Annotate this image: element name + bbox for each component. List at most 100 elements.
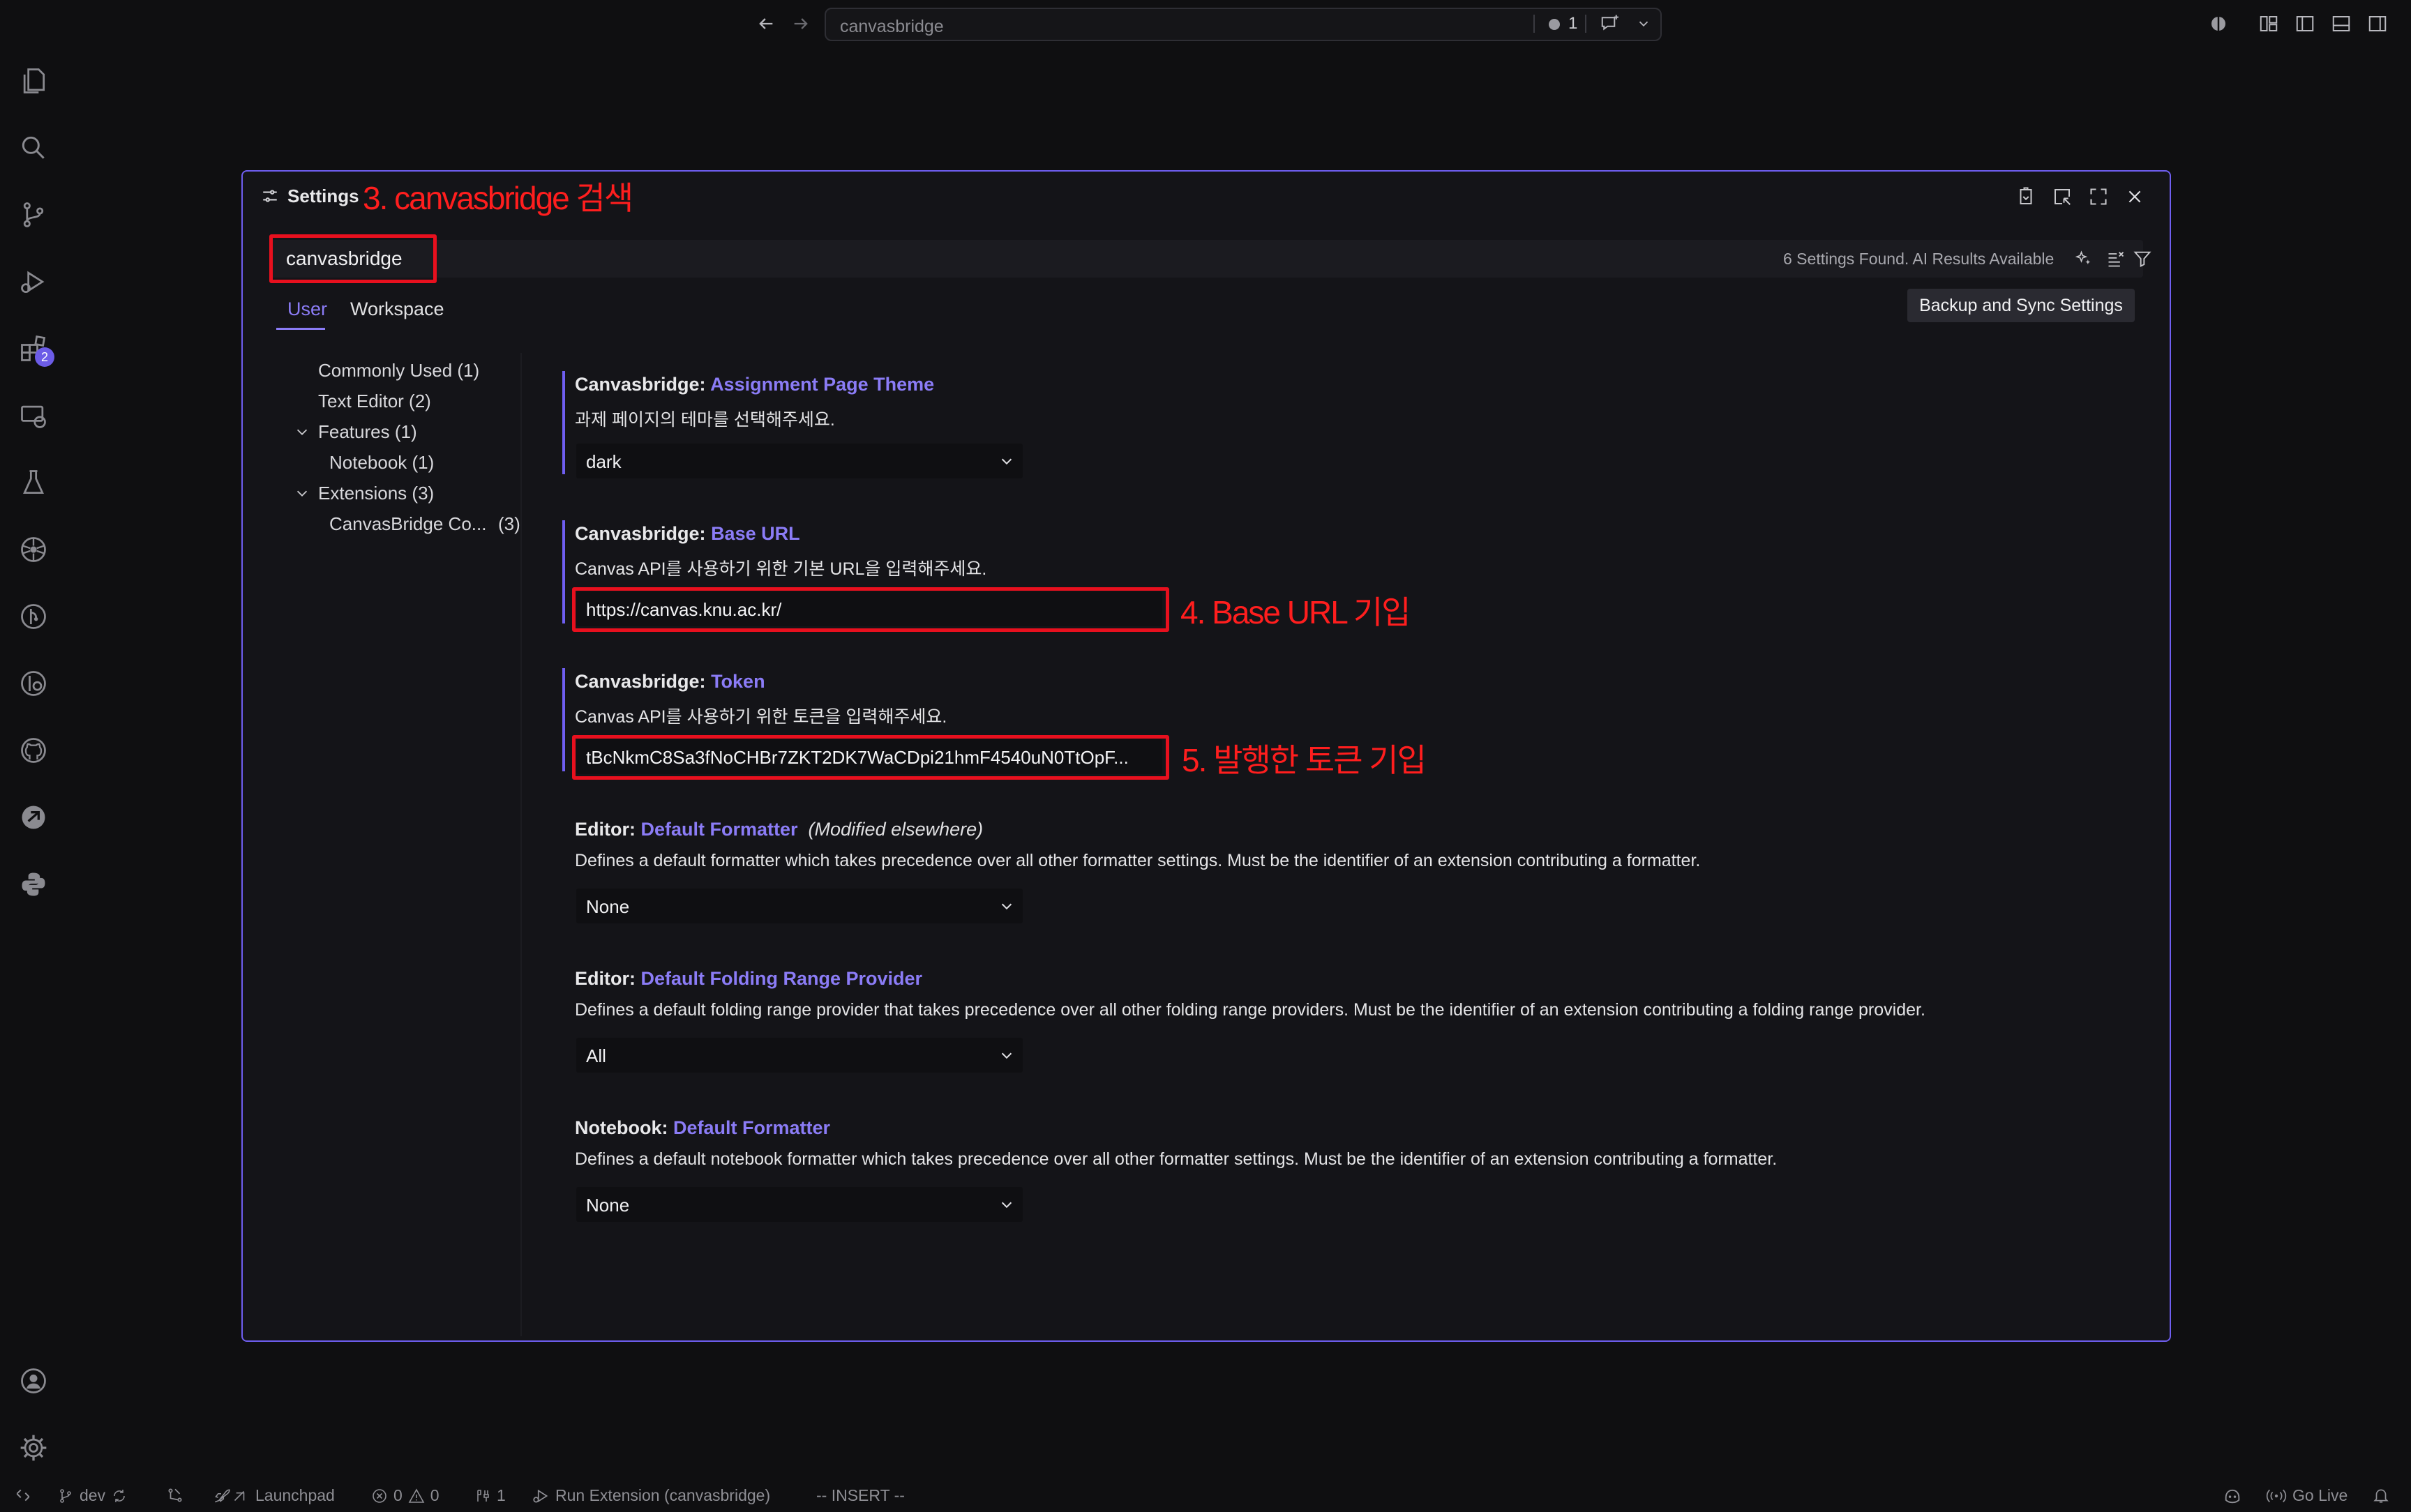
chevron-down-icon[interactable]	[1630, 10, 1658, 38]
toc-notebook[interactable]: Notebook (1)	[329, 452, 434, 474]
setting-description: 과제 페이지의 테마를 선택해주세요.	[575, 410, 835, 430]
setting-prefix: Editor:	[575, 819, 641, 840]
python-icon[interactable]	[14, 865, 53, 904]
git-graph-icon[interactable]	[166, 1486, 184, 1504]
clear-filter-icon[interactable]	[2103, 245, 2129, 272]
folding-range-provider-dropdown[interactable]: All	[576, 1038, 1023, 1073]
chevron-down-icon[interactable]	[294, 424, 310, 439]
setting-focus-bar	[562, 668, 565, 771]
chevron-down-icon	[999, 898, 1014, 914]
chat-icon[interactable]	[1596, 10, 1624, 38]
launchpad-button[interactable]: Launchpad	[211, 1486, 335, 1505]
launchpad-label: Launchpad	[255, 1486, 335, 1504]
setting-key: Default Formatter	[640, 819, 798, 840]
setting-label: Canvasbridge: Token	[575, 671, 765, 693]
command-center-text: canvasbridge	[840, 17, 944, 36]
problems-indicator[interactable]: 0 0	[371, 1486, 440, 1505]
setting-key: Default Folding Range Provider	[640, 968, 923, 989]
chevron-down-icon[interactable]	[294, 485, 310, 501]
go-live-label: Go Live	[2292, 1486, 2348, 1504]
toggle-primary-sidebar-icon[interactable]	[2292, 11, 2318, 36]
remote-indicator-icon[interactable]	[14, 1486, 32, 1504]
ports-indicator[interactable]: 1	[474, 1486, 506, 1505]
base-url-input[interactable]: https://canvas.knu.ac.kr/	[576, 591, 1162, 626]
github-icon[interactable]	[14, 731, 53, 770]
toggle-secondary-sidebar-icon[interactable]	[2365, 11, 2390, 36]
command-center[interactable]: canvasbridge	[825, 8, 1662, 41]
filter-icon[interactable]	[2129, 245, 2156, 272]
timeline-icon[interactable]	[14, 597, 53, 636]
chevron-down-icon	[999, 453, 1014, 469]
setting-label: Editor: Default Formatter (Modified else…	[575, 819, 983, 840]
run-debug-icon[interactable]	[14, 262, 53, 301]
tab-workspace[interactable]: Workspace	[350, 298, 444, 320]
notifications-bell-icon[interactable]	[2372, 1486, 2390, 1504]
source-control-icon[interactable]	[14, 195, 53, 234]
kubernetes-icon[interactable]	[14, 530, 53, 569]
copilot-icon[interactable]	[2206, 11, 2231, 36]
accounts-icon[interactable]	[14, 1361, 53, 1400]
forward-arrow-icon[interactable]	[787, 10, 815, 38]
dropdown-value: None	[586, 1195, 630, 1216]
token-input[interactable]: tBcNkmC8Sa3fNoCHBr7ZKT2DK7WaCDpi21hmF454…	[576, 739, 1162, 774]
title-bar: canvasbridge 1	[0, 0, 2411, 47]
dropdown-value: dark	[586, 451, 622, 472]
toc-canvasbridge[interactable]: CanvasBridge Co...	[329, 513, 486, 535]
toc-canvasbridge-count: (3)	[498, 513, 520, 534]
editor-default-formatter-dropdown[interactable]: None	[576, 889, 1023, 923]
remote-explorer-icon[interactable]	[14, 396, 53, 435]
extensions-icon[interactable]: 2	[14, 329, 54, 368]
base-url-value: https://canvas.knu.ac.kr/	[586, 599, 782, 620]
settings-search-bar: 6 Settings Found. AI Results Available	[269, 240, 2151, 278]
vim-mode-label: -- INSERT --	[816, 1486, 905, 1504]
setting-description: Defines a default notebook formatter whi…	[575, 1149, 1778, 1169]
back-arrow-icon[interactable]	[752, 10, 780, 38]
settings-editor: Settings 3. canvasbridge 검색 6 Settings F…	[241, 170, 2171, 1342]
setting-prefix: Canvasbridge:	[575, 374, 711, 395]
launchpad-icon	[215, 1489, 245, 1502]
toc-extensions[interactable]: Extensions (3)	[318, 483, 434, 504]
gitlens-icon[interactable]	[14, 664, 53, 703]
gear-icon[interactable]	[14, 1428, 53, 1467]
setting-description: Canvas API를 사용하기 위한 기본 URL을 입력해주세요.	[575, 559, 987, 579]
activity-bar: 2	[0, 47, 67, 1484]
branch-name: dev	[80, 1486, 106, 1504]
assignment-theme-dropdown[interactable]: dark	[576, 444, 1023, 478]
branch-indicator[interactable]: dev	[57, 1486, 128, 1505]
toc-commonly-used[interactable]: Commonly Used (1)	[318, 360, 479, 381]
tab-user[interactable]: User	[287, 298, 327, 320]
live-share-icon[interactable]	[14, 798, 53, 837]
settings-icon	[261, 187, 279, 205]
search-icon[interactable]	[14, 128, 53, 167]
setting-prefix: Canvasbridge:	[575, 671, 712, 692]
toc-text-editor[interactable]: Text Editor (2)	[318, 391, 431, 412]
open-settings-json-icon[interactable]	[2012, 183, 2040, 211]
run-extension-button[interactable]: Run Extension (canvasbridge)	[532, 1486, 770, 1505]
toc-features[interactable]: Features (1)	[318, 421, 417, 443]
annotation-step4: 4. Base URL 기입	[1180, 594, 1411, 630]
annotation-step5: 5. 발행한 토큰 기입	[1182, 742, 1427, 778]
setting-focus-bar	[562, 371, 565, 474]
ai-search-icon[interactable]	[2071, 245, 2097, 272]
move-to-window-icon[interactable]	[2048, 183, 2076, 211]
search-result-count: 6 Settings Found. AI Results Available	[1783, 250, 2055, 268]
close-icon[interactable]	[2121, 183, 2149, 211]
setting-key: Default Formatter	[673, 1117, 831, 1138]
notification-count: 1	[1568, 14, 1578, 33]
toggle-panel-icon[interactable]	[2329, 11, 2354, 36]
setting-key: Assignment Page Theme	[710, 374, 935, 395]
modified-elsewhere-link[interactable]: (Modified elsewhere)	[809, 819, 984, 840]
testing-icon[interactable]	[14, 463, 53, 502]
notebook-default-formatter-dropdown[interactable]: None	[576, 1187, 1023, 1222]
error-count: 0	[393, 1486, 403, 1504]
go-live-button[interactable]: Go Live	[2266, 1486, 2348, 1505]
copilot-status-icon[interactable]	[2223, 1486, 2242, 1506]
explorer-icon[interactable]	[14, 61, 53, 100]
customize-layout-icon[interactable]	[2256, 11, 2281, 36]
setting-focus-bar	[562, 520, 565, 623]
extensions-badge: 2	[35, 347, 54, 367]
maximize-icon[interactable]	[2085, 183, 2112, 211]
backup-sync-button[interactable]: Backup and Sync Settings	[1907, 289, 2135, 322]
setting-prefix: Editor:	[575, 968, 641, 989]
settings-search-input[interactable]	[269, 240, 827, 278]
